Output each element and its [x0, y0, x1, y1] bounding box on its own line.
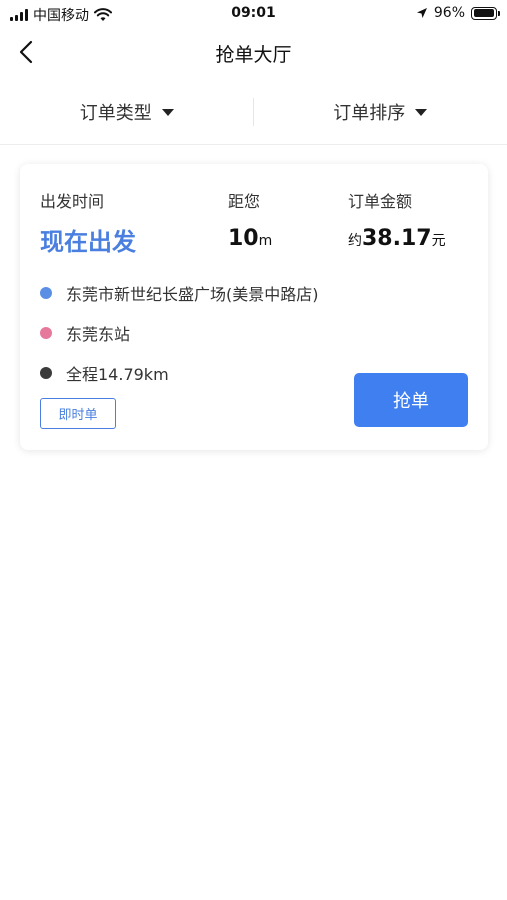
filter-order-sort[interactable]: 订单排序 — [254, 90, 507, 134]
filter-order-type[interactable]: 订单类型 — [0, 90, 254, 134]
filter-bottom-divider — [0, 144, 507, 145]
battery-icon — [471, 6, 500, 20]
amount-prefix: 约 — [348, 233, 362, 249]
end-dot-icon — [40, 327, 52, 339]
start-address-row: 东莞市新世纪长盛广场(美景中路店) — [40, 281, 319, 305]
depart-time-value: 现在出发 — [40, 228, 136, 256]
caret-down-icon — [161, 108, 174, 116]
distance-unit: m — [258, 233, 273, 249]
order-card[interactable]: 出发时间 距您 订单金额 现在出发 10m 约38.17元 东莞市新世纪长盛广场… — [20, 164, 488, 450]
amount-unit: 元 — [431, 233, 446, 249]
total-distance: 全程14.79km — [66, 365, 169, 384]
filter-order-sort-label: 订单排序 — [333, 103, 406, 124]
amount-label: 订单金额 — [348, 192, 413, 211]
grab-order-button[interactable]: 抢单 — [354, 373, 468, 427]
end-address-row: 东莞东站 — [40, 321, 130, 345]
battery-percent: 96% — [433, 5, 465, 21]
total-distance-row: 全程14.79km — [40, 361, 169, 385]
total-dot-icon — [40, 367, 52, 379]
nav-bar: 抢单大厅 — [0, 28, 507, 76]
amount-value: 约38.17元 — [348, 226, 446, 251]
caret-down-icon — [415, 108, 428, 116]
filter-divider — [253, 98, 254, 126]
status-bar: 中国移动 09:01 96% — [0, 0, 507, 28]
filter-bar: 订单类型 订单排序 — [0, 90, 507, 134]
filter-order-type-label: 订单类型 — [79, 103, 152, 124]
end-address: 东莞东站 — [66, 325, 131, 344]
status-right: 96% — [416, 5, 500, 21]
amount-number: 38.17 — [362, 226, 432, 251]
start-address: 东莞市新世纪长盛广场(美景中路店) — [66, 285, 319, 304]
location-arrow-icon — [416, 8, 427, 18]
distance-label: 距您 — [228, 192, 261, 211]
distance-value: 10m — [228, 226, 272, 251]
distance-number: 10 — [228, 226, 259, 251]
start-dot-icon — [40, 287, 52, 299]
page-title: 抢单大厅 — [215, 44, 292, 66]
depart-time-label: 出发时间 — [40, 192, 105, 211]
instant-order-tag: 即时单 — [40, 398, 116, 429]
